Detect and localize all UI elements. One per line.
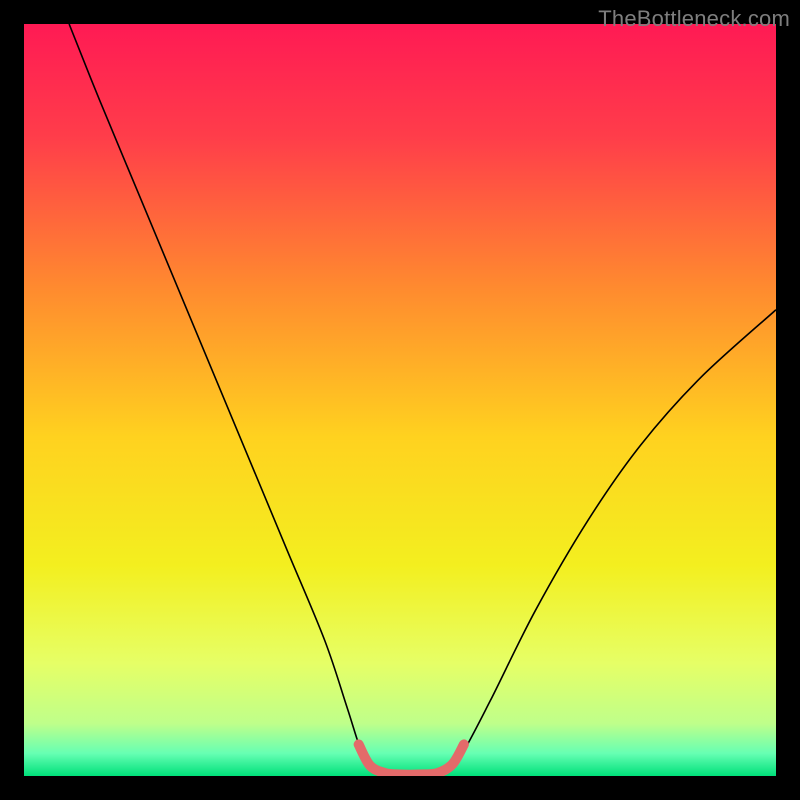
watermark-label: TheBottleneck.com: [598, 6, 790, 32]
chart-svg: [24, 24, 776, 776]
chart-frame: TheBottleneck.com: [0, 0, 800, 800]
plot-area: [24, 24, 776, 776]
chart-background: [24, 24, 776, 776]
